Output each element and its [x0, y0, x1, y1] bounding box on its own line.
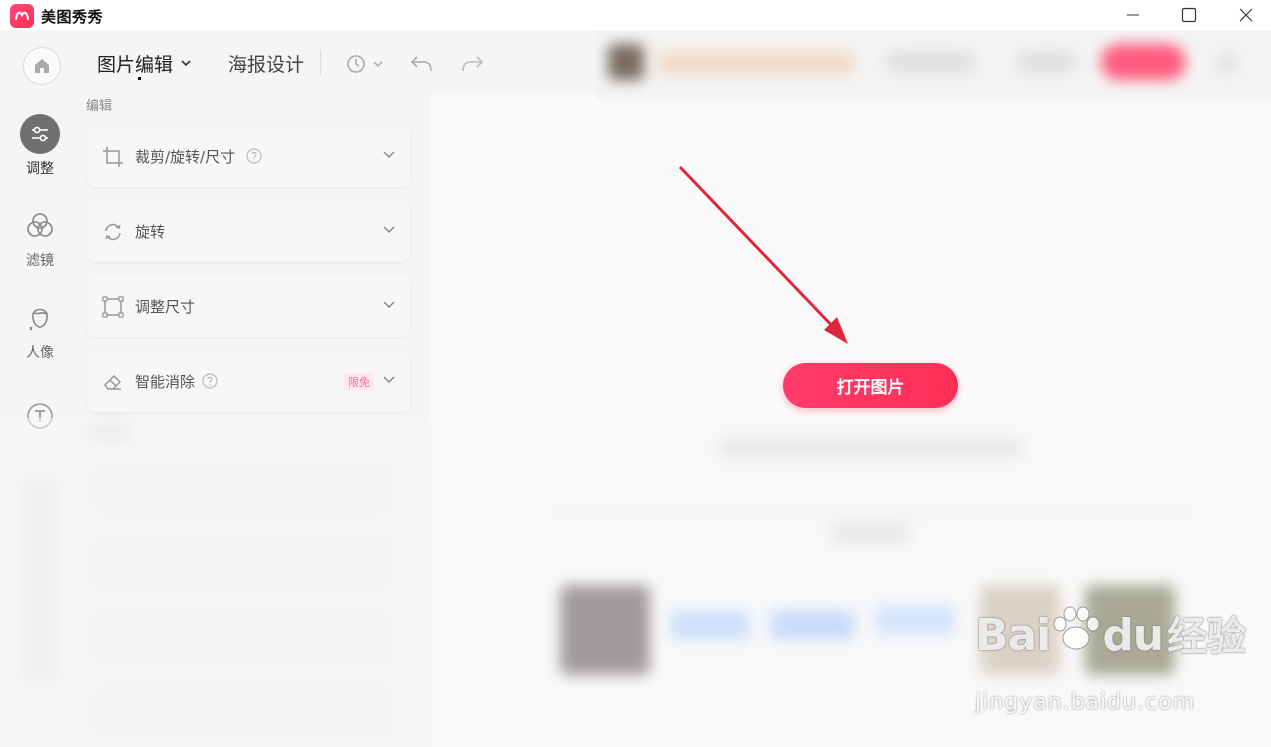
rail-item-filter[interactable]: 滤镜: [0, 206, 80, 270]
card-label-smart-erase: 智能消除: [135, 373, 196, 391]
card-label-rotate: 旋转: [135, 223, 166, 241]
home-icon: [35, 59, 49, 73]
rotate-icon: [105, 223, 121, 241]
eraser-icon: [104, 374, 122, 390]
tab-poster-design[interactable]: 海报设计: [228, 50, 304, 77]
rail-label-adjust: 调整: [26, 161, 54, 177]
toolbar-divider: [320, 50, 321, 76]
history-button[interactable]: [345, 53, 385, 75]
app-logo-icon: [10, 4, 34, 28]
card-smart-erase[interactable]: 智能消除 限免: [87, 350, 410, 412]
chevron-down-icon[interactable]: [180, 58, 192, 68]
filter-circles-icon: [20, 206, 60, 246]
open-image-button[interactable]: 打开图片: [783, 363, 958, 408]
sliders-icon: [20, 114, 60, 154]
tab-image-edit[interactable]: 图片编辑: [97, 50, 173, 77]
redo-icon: [462, 56, 484, 72]
limited-free-badge: 限免: [344, 373, 374, 391]
card-label-crop: 裁剪/旋转/尺寸: [135, 148, 236, 166]
undo-button[interactable]: [409, 53, 435, 75]
chevron-down-icon[interactable]: [382, 149, 396, 159]
card-resize[interactable]: 调整尺寸: [87, 275, 410, 337]
chevron-down-icon[interactable]: [382, 224, 396, 234]
card-crop[interactable]: 裁剪/旋转/尺寸: [87, 125, 410, 187]
help-icon[interactable]: [246, 148, 262, 164]
undo-icon: [410, 56, 432, 72]
chevron-down-icon[interactable]: [382, 299, 396, 309]
rail-item-adjust[interactable]: 调整: [0, 114, 80, 178]
title-bar: 美图秀秀: [0, 0, 1271, 30]
resize-icon: [102, 296, 124, 318]
history-icon: [347, 55, 383, 73]
watermark-brand-du: du: [1102, 610, 1164, 661]
blurred-header-strip: [596, 30, 1271, 100]
help-icon[interactable]: [202, 373, 218, 389]
watermark-cn: 经验: [1167, 614, 1246, 660]
maximize-button[interactable]: [1166, 0, 1212, 30]
portrait-icon: [20, 298, 60, 338]
card-rotate[interactable]: 旋转: [87, 200, 410, 262]
app-title: 美图秀秀: [41, 8, 104, 26]
crop-icon: [103, 147, 123, 167]
active-tab-indicator: [138, 77, 141, 80]
card-label-resize: 调整尺寸: [135, 298, 196, 316]
close-button[interactable]: [1223, 0, 1269, 30]
rail-label-filter: 滤镜: [26, 253, 54, 269]
chevron-down-icon[interactable]: [382, 374, 396, 384]
watermark-url: jingyan.baidu.com: [975, 690, 1196, 715]
redo-button[interactable]: [459, 53, 485, 75]
home-button[interactable]: [23, 47, 61, 85]
section-label-edit: 编辑: [86, 99, 113, 114]
paw-icon: [1053, 606, 1100, 650]
rail-item-portrait[interactable]: 人像: [0, 298, 80, 362]
watermark-brand: Bai: [975, 610, 1051, 661]
minimize-button[interactable]: [1110, 0, 1156, 30]
annotation-arrow-icon: [678, 165, 848, 344]
baidu-watermark: Bai du 经验: [975, 604, 1246, 662]
rail-label-portrait: 人像: [26, 345, 54, 361]
